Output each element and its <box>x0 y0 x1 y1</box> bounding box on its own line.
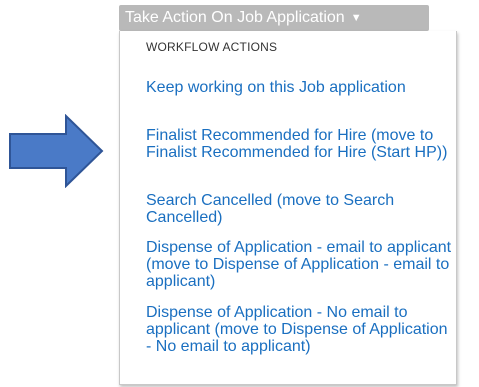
caret-down-icon: ▼ <box>350 12 362 24</box>
menu-section-heading: WORKFLOW ACTIONS <box>146 40 278 54</box>
take-action-button-label: Take Action On Job Application <box>125 9 345 26</box>
menu-item-search-cancelled[interactable]: Search Cancelled (move to Search Cancell… <box>146 192 456 226</box>
menu-item-keep-working[interactable]: Keep working on this Job application <box>146 79 456 96</box>
workflow-actions-menu: WORKFLOW ACTIONS Keep working on this Jo… <box>119 31 457 385</box>
take-action-button[interactable]: Take Action On Job Application ▼ <box>119 5 429 31</box>
menu-item-finalist-recommended[interactable]: Finalist Recommended for Hire (move to F… <box>146 127 456 161</box>
menu-item-dispense-email[interactable]: Dispense of Application - email to appli… <box>146 239 456 290</box>
menu-item-dispense-no-email[interactable]: Dispense of Application - No email to ap… <box>146 304 456 355</box>
screenshot-stage: Take Action On Job Application ▼ WORKFLOW… <box>0 0 479 387</box>
right-arrow-icon <box>9 114 104 188</box>
